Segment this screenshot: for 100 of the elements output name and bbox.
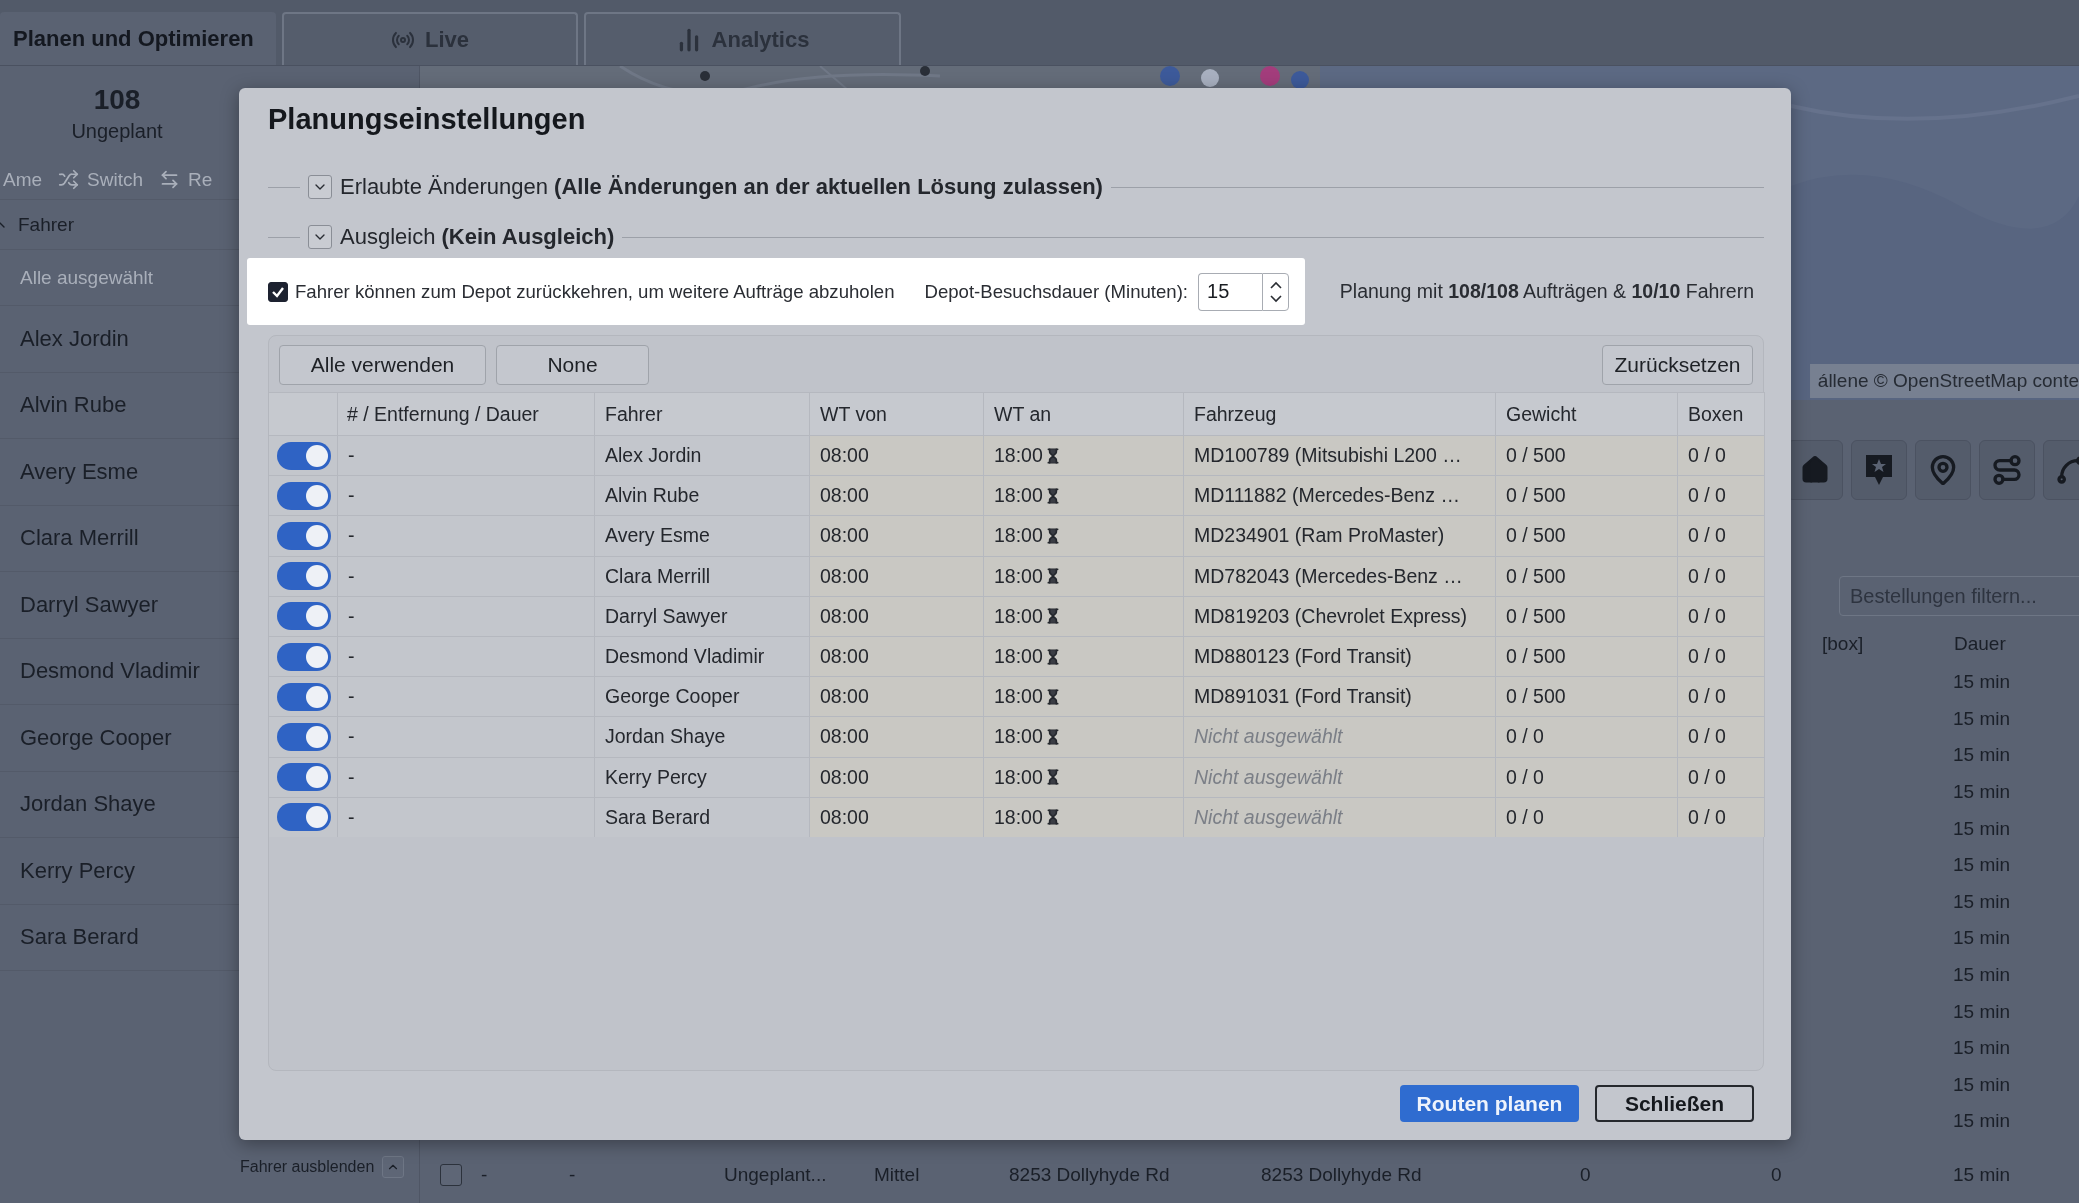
- toggle-switch[interactable]: [277, 763, 331, 792]
- table-cell-text: 15 min: [1952, 927, 2012, 950]
- table-cell: 0 / 0: [1678, 676, 1765, 717]
- end-time: 18:00: [994, 725, 1043, 749]
- table-cell: 0 / 0: [1496, 756, 1678, 797]
- table-cell-text: 15 min: [1952, 1073, 2012, 1096]
- planning-summary: Planung mit 108/108 Aufträgen & 10/10 Fahrern: [1339, 280, 1754, 303]
- table-cell: 0 / 0: [1678, 515, 1765, 556]
- table-cell: 08:00: [810, 796, 984, 837]
- toggle-switch[interactable]: [277, 642, 331, 671]
- toggle-switch[interactable]: [277, 682, 331, 711]
- end-time: 18:00: [994, 484, 1043, 508]
- table-cell-text: 15 min: [1952, 781, 2012, 804]
- toggle-switch[interactable]: [277, 441, 331, 470]
- table-cell: -: [338, 475, 595, 516]
- table-cell-text: 15 min: [1952, 1110, 2012, 1133]
- end-time: 18:00: [994, 685, 1043, 709]
- marker-button[interactable]: [1851, 440, 1907, 500]
- checkbox[interactable]: [268, 281, 288, 302]
- table-cell: -: [338, 435, 595, 476]
- table-cell-text: 0: [1579, 1163, 1592, 1186]
- route-icon: [1991, 454, 2023, 486]
- column-header: # / Entfernung / Dauer: [338, 392, 595, 435]
- table-cell: 0 / 500: [1496, 555, 1678, 596]
- table-cell: 0 / 500: [1496, 515, 1678, 556]
- collapse-button[interactable]: [382, 1156, 405, 1178]
- hide-drivers-label: Fahrer ausblenden: [240, 1158, 375, 1176]
- select-button[interactable]: None: [496, 345, 649, 385]
- field-label: Depot-Besuchsdauer (Minuten):: [924, 280, 1188, 303]
- expand-toggle[interactable]: [308, 175, 332, 199]
- table-cell: MD234901 (Ram ProMaster): [1184, 515, 1496, 556]
- action-button[interactable]: Ame: [3, 168, 49, 191]
- table-cell: 0 / 0: [1496, 716, 1678, 757]
- end-time: 18:00: [994, 524, 1043, 548]
- table-cell: Alex Jordin: [595, 435, 810, 476]
- number-field[interactable]: 15: [1198, 272, 1262, 311]
- table-cell: 0 / 0: [1678, 756, 1765, 797]
- table-cell: George Cooper: [595, 676, 810, 717]
- table-cell: Nicht ausgewählt: [1184, 796, 1496, 837]
- stat-label: Ungeplant: [71, 119, 163, 143]
- table-cell: 0 / 0: [1496, 796, 1678, 837]
- table-cell-text: 8253 Dollyhyde Rd: [1260, 1163, 1423, 1186]
- table-cell: 0 / 500: [1496, 676, 1678, 717]
- table-cell: Alvin Rube: [595, 475, 810, 516]
- table-cell: 08:00: [810, 515, 984, 556]
- table-cell: Nicht ausgewählt: [1184, 716, 1496, 757]
- section-heading: Ausgleich (Kein Ausgleich): [340, 224, 615, 250]
- table-cell: MD111882 (Mercedes-Benz …: [1184, 475, 1496, 516]
- table-cell: 0 / 0: [1678, 435, 1765, 476]
- table-cell: MD782043 (Mercedes-Benz …: [1184, 555, 1496, 596]
- table-cell-text: 0: [1770, 1163, 1783, 1186]
- table-cell: 0 / 0: [1678, 555, 1765, 596]
- toggle-switch[interactable]: [277, 481, 331, 510]
- column-header: Boxen: [1678, 392, 1765, 435]
- table-cell: -: [338, 635, 595, 677]
- column-header: Gewicht: [1496, 392, 1678, 435]
- table-cell: MD100789 (Mitsubishi L200 …: [1184, 435, 1496, 476]
- toggle-switch[interactable]: [277, 562, 331, 591]
- table-cell: 0 / 0: [1678, 796, 1765, 837]
- table-cell: 08:00: [810, 716, 984, 757]
- toggle-switch[interactable]: [277, 602, 331, 631]
- toggle-switch[interactable]: [277, 803, 331, 832]
- plan-routes-button[interactable]: Routen planen: [1400, 1085, 1579, 1122]
- expand-toggle[interactable]: [308, 225, 332, 249]
- end-time: 18:00: [994, 564, 1043, 588]
- route-button[interactable]: [1979, 440, 2035, 500]
- checkbox-label: Fahrer können zum Depot zurückkehren, um weitere Aufträge abzuholen: [295, 280, 895, 303]
- row-checkbox[interactable]: [440, 1163, 462, 1186]
- table-cell: 0 / 500: [1496, 595, 1678, 636]
- table-cell: 08:00: [810, 435, 984, 476]
- table-cell: Nicht ausgewählt: [1184, 756, 1496, 797]
- table-cell: 0 / 500: [1496, 475, 1678, 516]
- table-cell-text: 15 min: [1952, 707, 2012, 730]
- table-cell: -: [338, 515, 595, 556]
- pin-button[interactable]: [1915, 440, 1971, 500]
- tab[interactable]: Planen und Optimieren: [0, 12, 276, 65]
- table-cell: 0 / 500: [1496, 435, 1678, 476]
- spinner-button[interactable]: [1262, 272, 1289, 311]
- table-cell: 0 / 500: [1496, 635, 1678, 677]
- reset-button[interactable]: Zurücksetzen: [1602, 345, 1753, 385]
- toggle-switch[interactable]: [277, 722, 331, 751]
- table-cell: Darryl Sawyer: [595, 595, 810, 636]
- path-icon: [2055, 454, 2079, 486]
- dialog-title: Planungseinstellungen: [268, 101, 587, 137]
- select-button[interactable]: Alle verwenden: [279, 345, 486, 385]
- table-cell: MD819203 (Chevrolet Express): [1184, 595, 1496, 636]
- table-cell: -: [338, 595, 595, 636]
- table-cell: 08:00: [810, 635, 984, 677]
- close-button[interactable]: Schließen: [1595, 1085, 1754, 1122]
- table-cell: MD891031 (Ford Transit): [1184, 676, 1496, 717]
- all-selected-label[interactable]: Alle ausgewählt: [20, 266, 154, 289]
- map-attribution: állene © OpenStreetMap conte: [1809, 364, 2079, 398]
- toggle-switch[interactable]: [277, 521, 331, 550]
- table-cell: -: [338, 796, 595, 837]
- home-icon: [1800, 455, 1830, 485]
- action-button[interactable]: Re: [159, 168, 219, 191]
- table-cell: 0 / 0: [1678, 635, 1765, 677]
- table-cell: -: [338, 716, 595, 757]
- column-header: WT von: [810, 392, 984, 435]
- action-button[interactable]: Switch: [58, 168, 150, 191]
